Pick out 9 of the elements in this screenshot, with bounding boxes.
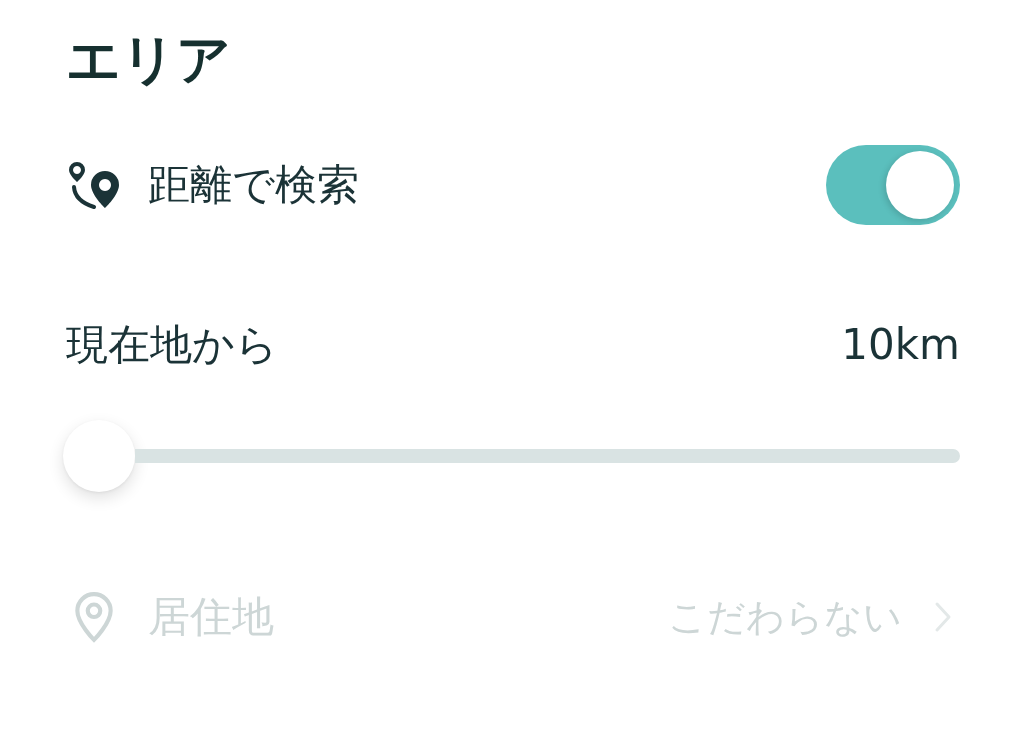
location-pin-icon <box>72 591 116 643</box>
map-pins-icon <box>68 161 120 209</box>
section-title: エリア <box>66 27 231 93</box>
slider-track[interactable] <box>135 449 960 463</box>
range-label: 現在地から <box>66 319 278 371</box>
slider-thumb[interactable] <box>63 420 135 492</box>
distance-search-label: 距離で検索 <box>148 159 359 211</box>
range-reading: 10km <box>841 319 960 371</box>
chevron-right-icon <box>934 601 952 633</box>
